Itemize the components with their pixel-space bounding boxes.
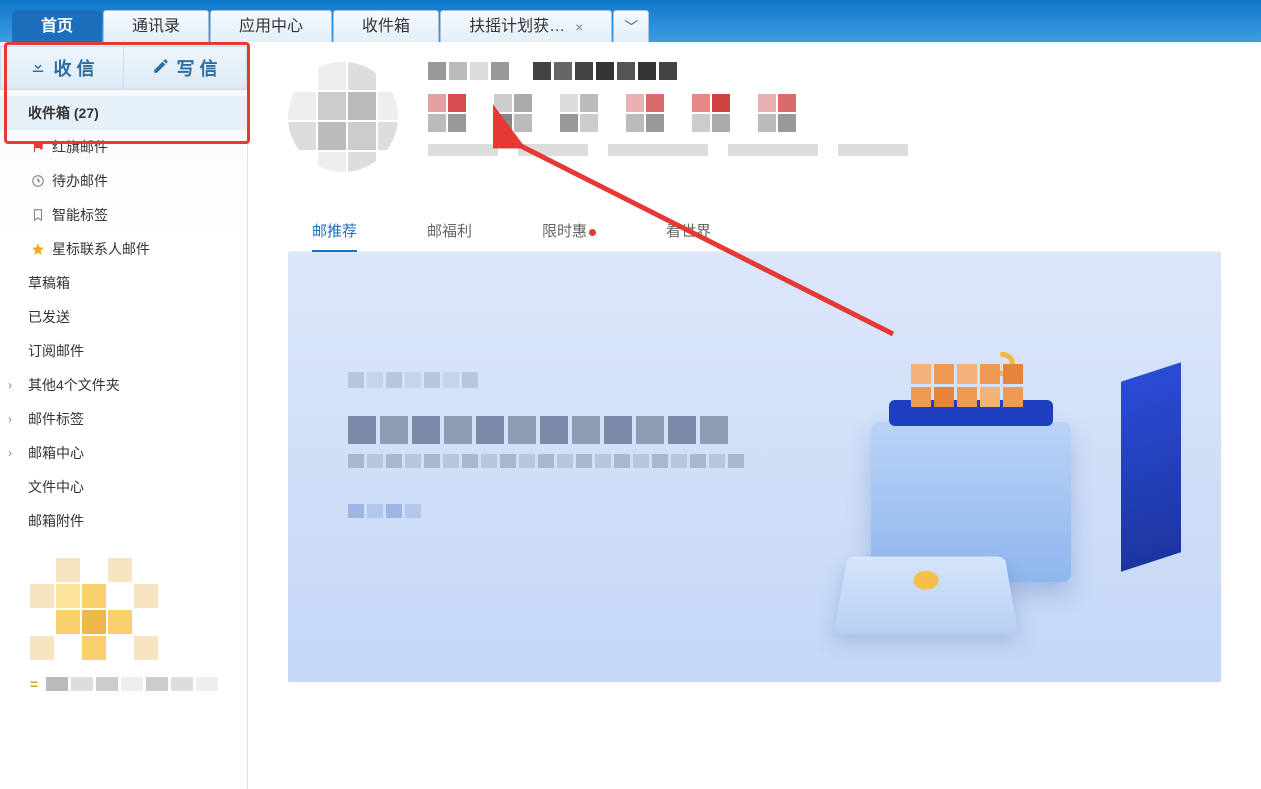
profile-header-censored	[288, 62, 1221, 172]
sidebar-item-todo[interactable]: 待办邮件	[0, 164, 247, 198]
folder-label: 邮箱附件	[28, 511, 84, 531]
star-icon	[28, 242, 48, 256]
close-icon[interactable]: ×	[575, 11, 583, 43]
content-tab-recommend[interactable]: 邮推荐	[312, 212, 357, 251]
notification-dot-icon	[589, 229, 596, 236]
sidebar-item-mail-center[interactable]: › 邮箱中心	[0, 436, 247, 470]
folder-count: (27)	[74, 105, 99, 121]
folder-label: 邮箱中心	[28, 443, 84, 463]
sidebar-item-file-center[interactable]: 文件中心	[0, 470, 247, 504]
tab-label: 首页	[41, 11, 73, 43]
button-label: 写 信	[176, 55, 217, 81]
folder-label: 红旗邮件	[52, 137, 108, 157]
promo-banner[interactable]	[288, 252, 1221, 682]
bookmark-icon	[28, 208, 48, 222]
chevron-right-icon: ›	[8, 378, 12, 392]
tab-label: 看世界	[666, 223, 711, 240]
tab-label: 应用中心	[239, 11, 303, 43]
sidebar-item-smarttags[interactable]: 智能标签	[0, 198, 247, 232]
main-content: 邮推荐 邮福利 限时惠 看世界	[248, 42, 1261, 789]
sidebar-promo-censored: =	[30, 558, 190, 692]
banner-illustration	[831, 312, 1151, 652]
folder-label: 文件中心	[28, 477, 84, 497]
folder-label: 待办邮件	[52, 171, 108, 191]
folder-label: 订阅邮件	[28, 341, 84, 361]
edit-icon	[152, 57, 170, 80]
tab-label: 扶摇计划获…	[469, 11, 565, 43]
tab-appcenter[interactable]: 应用中心	[210, 10, 332, 42]
folder-label: 其他4个文件夹	[28, 375, 120, 395]
tab-home[interactable]: 首页	[12, 10, 102, 42]
folder-label: 草稿箱	[28, 273, 70, 293]
sidebar: 收 信 写 信 收件箱 (27) 红旗邮件 待办邮件	[0, 42, 248, 789]
content-tab-deals[interactable]: 限时惠	[542, 212, 596, 251]
folder-list: 收件箱 (27) 红旗邮件 待办邮件 智能标签 星标联系人邮件 草稿箱	[0, 90, 247, 538]
compose-mail-button[interactable]: 写 信	[123, 46, 247, 90]
avatar-censored	[288, 62, 398, 172]
sidebar-item-sent[interactable]: 已发送	[0, 300, 247, 334]
folder-label: 已发送	[28, 307, 70, 327]
tab-contacts[interactable]: 通讯录	[103, 10, 209, 42]
content-nav: 邮推荐 邮福利 限时惠 看世界	[288, 212, 1221, 252]
sidebar-item-other-folders[interactable]: › 其他4个文件夹	[0, 368, 247, 402]
button-label: 收 信	[53, 55, 94, 81]
tab-label: 邮推荐	[312, 223, 357, 240]
folder-label: 智能标签	[52, 205, 108, 225]
receive-mail-button[interactable]: 收 信	[0, 46, 123, 90]
top-tab-bar: 首页 通讯录 应用中心 收件箱 扶摇计划获… × ﹀	[0, 0, 1261, 42]
tab-fuyao[interactable]: 扶摇计划获… ×	[440, 10, 612, 42]
chevron-right-icon: ›	[8, 412, 12, 426]
tab-label: 收件箱	[362, 11, 410, 43]
sidebar-item-inbox[interactable]: 收件箱 (27)	[0, 96, 247, 130]
sidebar-item-mail-tags[interactable]: › 邮件标签	[0, 402, 247, 436]
tab-overflow-menu[interactable]: ﹀	[613, 10, 649, 42]
sidebar-item-drafts[interactable]: 草稿箱	[0, 266, 247, 300]
sidebar-item-subscriptions[interactable]: 订阅邮件	[0, 334, 247, 368]
chevron-right-icon: ›	[8, 446, 12, 460]
tab-label: 邮福利	[427, 223, 472, 240]
sidebar-top-actions: 收 信 写 信	[0, 46, 247, 90]
flag-icon	[28, 140, 48, 154]
content-tab-world[interactable]: 看世界	[666, 212, 711, 251]
tab-label: 限时惠	[542, 223, 587, 240]
folder-label: 收件箱	[28, 103, 70, 123]
content-tab-benefits[interactable]: 邮福利	[427, 212, 472, 251]
tab-label: 通讯录	[132, 11, 180, 43]
tab-inbox[interactable]: 收件箱	[333, 10, 439, 42]
banner-text-censored	[348, 372, 788, 518]
sidebar-item-flagged[interactable]: 红旗邮件	[0, 130, 247, 164]
clock-icon	[28, 174, 48, 188]
sidebar-item-attachments[interactable]: 邮箱附件	[0, 504, 247, 538]
download-icon	[29, 57, 47, 80]
sidebar-item-starred[interactable]: 星标联系人邮件	[0, 232, 247, 266]
folder-label: 邮件标签	[28, 409, 84, 429]
chevron-down-icon: ﹀	[624, 11, 638, 43]
folder-label: 星标联系人邮件	[52, 239, 150, 259]
equals-icon: =	[30, 676, 38, 692]
